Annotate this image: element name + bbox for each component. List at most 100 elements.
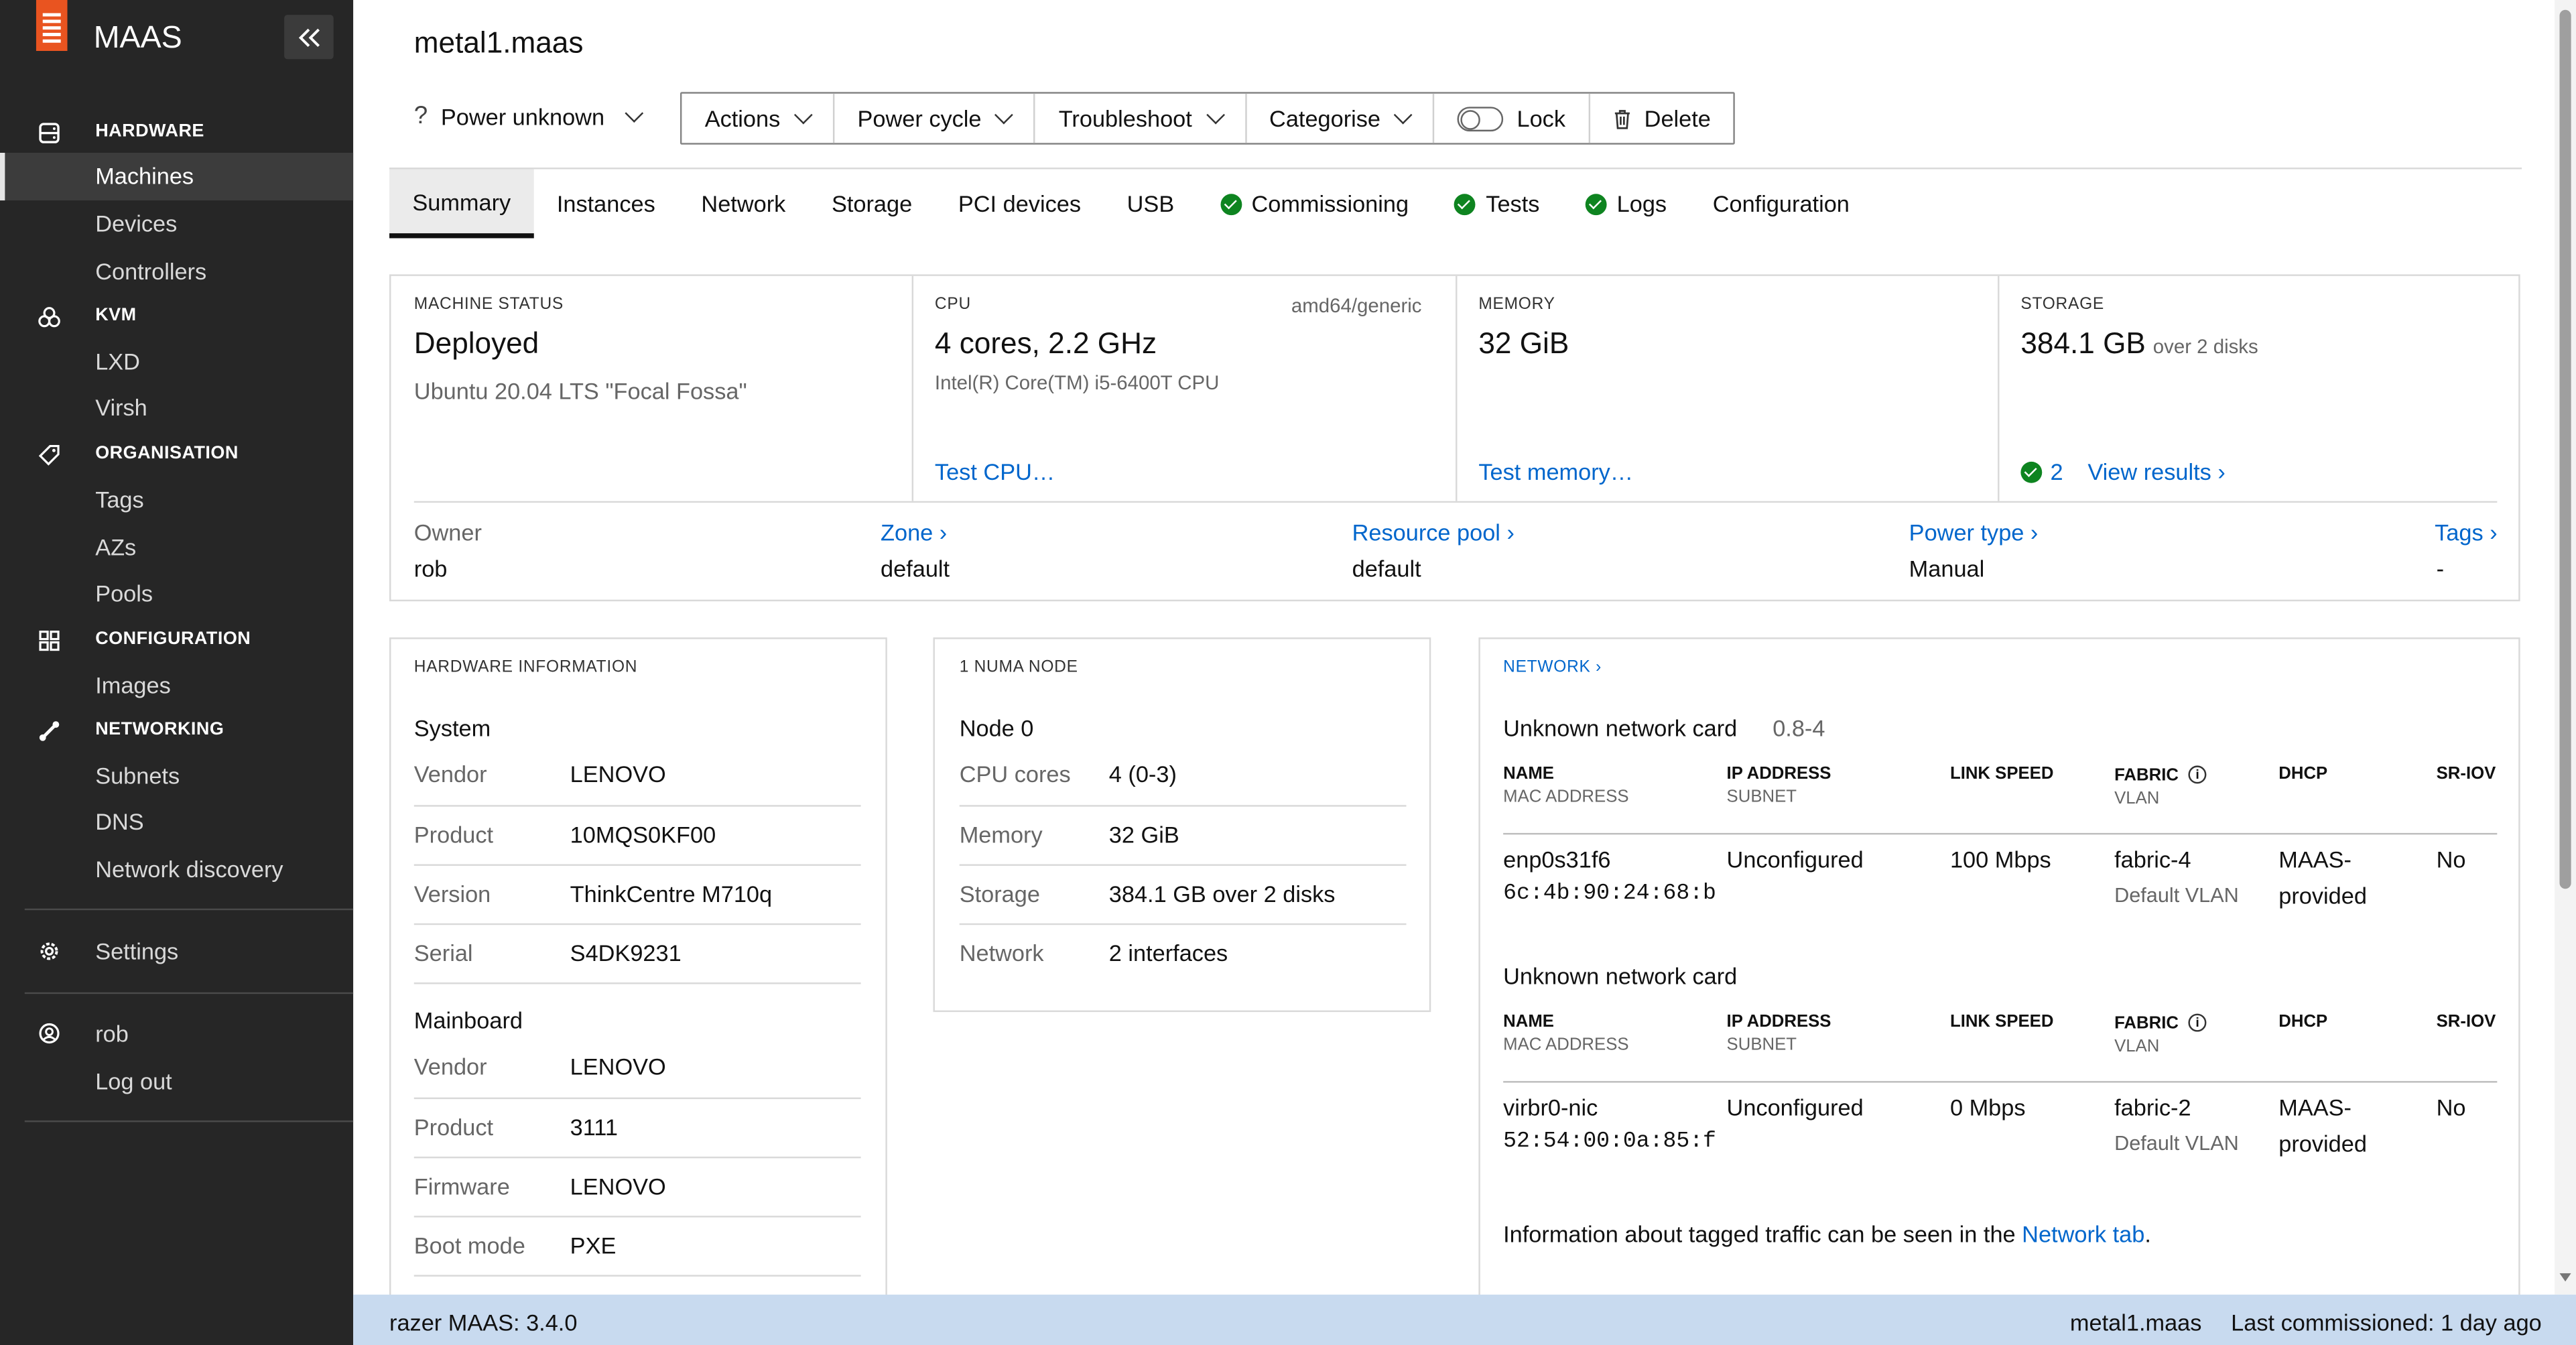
- sidebar-item-user[interactable]: rob: [95, 1020, 129, 1046]
- sidebar-item-settings[interactable]: Settings: [95, 938, 178, 964]
- row-value: 2 interfaces: [1108, 940, 1228, 966]
- power-cycle-dropdown[interactable]: Power cycle: [834, 93, 1036, 143]
- tags-link[interactable]: Tags ›: [2435, 519, 2497, 546]
- list-item: Memory 32 GiB: [959, 807, 1407, 866]
- actions-label: Actions: [704, 105, 781, 132]
- row-value: ThinkCentre M710q: [570, 881, 773, 907]
- network-link[interactable]: NETWORK ›: [1503, 659, 1602, 677]
- sidebar-item-azs[interactable]: AZs: [95, 534, 136, 560]
- network-note-text: Information about tagged traffic can be …: [1503, 1220, 2016, 1247]
- info-icon[interactable]: i: [2188, 1013, 2207, 1032]
- column-header-subnet: SUBNET: [1726, 1035, 1797, 1055]
- chevron-down-icon: [1394, 105, 1413, 125]
- column-header-fabric: FABRIC i: [2114, 765, 2207, 785]
- sidebar-item-network-discovery[interactable]: Network discovery: [95, 856, 283, 882]
- lock-toggle[interactable]: Lock: [1435, 93, 1590, 143]
- tab-storage[interactable]: Storage: [809, 170, 936, 239]
- power-status-dropdown[interactable]: ? Power unknown: [414, 102, 644, 130]
- sidebar-divider: [24, 1120, 354, 1123]
- tab-label: Tests: [1486, 190, 1540, 217]
- test-memory-link[interactable]: Test memory…: [1478, 458, 1633, 485]
- column-header-vlan: VLAN: [2114, 1036, 2160, 1057]
- tab-usb[interactable]: USB: [1104, 170, 1197, 239]
- memory-value: 32 GiB: [1478, 326, 1569, 360]
- column-header-link-speed: LINK SPEED: [1949, 763, 2054, 784]
- ip-address: Unconfigured: [1726, 846, 1864, 873]
- scrollbar-thumb[interactable]: [2559, 9, 2571, 889]
- link-speed: 100 Mbps: [1949, 846, 2051, 873]
- brand-name[interactable]: MAAS: [94, 21, 182, 58]
- sidebar-item-machines[interactable]: Machines: [0, 152, 354, 201]
- row-label: Memory: [959, 821, 1043, 848]
- row-value: 384.1 GB over 2 disks: [1108, 881, 1336, 907]
- success-check-icon: [2020, 460, 2043, 483]
- tab-commissioning[interactable]: Commissioning: [1198, 170, 1432, 239]
- section-organisation: ORGANISATION: [95, 443, 239, 464]
- info-icon[interactable]: i: [2188, 765, 2207, 784]
- categorise-label: Categorise: [1269, 105, 1381, 132]
- tab-summary[interactable]: Summary: [389, 169, 534, 239]
- tab-pci-devices[interactable]: PCI devices: [936, 170, 1104, 239]
- sidebar-item-dns[interactable]: DNS: [95, 808, 143, 834]
- section-networking: NETWORKING: [95, 719, 224, 740]
- scroll-down-arrow-icon[interactable]: [2559, 1273, 2571, 1283]
- tab-configuration[interactable]: Configuration: [1689, 170, 1872, 239]
- double-chevron-left-icon: [298, 27, 320, 46]
- sidebar-item-images[interactable]: Images: [95, 672, 171, 698]
- view-results-link[interactable]: View results ›: [2087, 458, 2225, 485]
- column-header-name: NAME: [1503, 763, 1554, 784]
- tab-label: Commissioning: [1251, 190, 1409, 217]
- actions-dropdown[interactable]: Actions: [682, 93, 835, 143]
- zone-value: default: [881, 555, 950, 582]
- passed-count[interactable]: 2: [2051, 458, 2063, 485]
- tab-logs[interactable]: Logs: [1563, 170, 1690, 239]
- categorise-dropdown[interactable]: Categorise: [1246, 93, 1435, 143]
- owner-label: Owner: [413, 519, 482, 546]
- status-bar: razer MAAS: 3.4.0 metal1.maas Last commi…: [353, 1294, 2576, 1345]
- sidebar-item-lxd[interactable]: LXD: [95, 348, 140, 375]
- column-header-mac: MAC ADDRESS: [1503, 787, 1629, 807]
- maas-logo-icon[interactable]: [36, 0, 68, 51]
- fabric-value: fabric-4: [2114, 846, 2191, 873]
- sidebar-item-pools[interactable]: Pools: [95, 580, 153, 606]
- column-header-fabric: FABRIC i: [2114, 1013, 2207, 1034]
- sidebar-item-controllers[interactable]: Controllers: [95, 258, 206, 284]
- system-title: System: [413, 714, 491, 741]
- ip-address: Unconfigured: [1726, 1094, 1864, 1120]
- hardware-information-card: HARDWARE INFORMATION System Vendor LENOVO…: [389, 637, 887, 1328]
- column-divider: [911, 275, 914, 501]
- sidebar-item-label: Machines: [95, 162, 194, 189]
- list-item: Network 2 interfaces: [960, 925, 1407, 984]
- troubleshoot-dropdown[interactable]: Troubleshoot: [1035, 93, 1246, 143]
- footer-host-name: razer MAAS: [389, 1309, 514, 1336]
- network-tab-link[interactable]: Network tab: [2022, 1220, 2144, 1246]
- tab-label: Instances: [556, 190, 655, 217]
- collapse-sidebar-button[interactable]: [284, 15, 334, 60]
- row-label: Boot mode: [413, 1232, 525, 1259]
- row-value: 3111: [570, 1114, 618, 1141]
- sidebar-item-devices[interactable]: Devices: [95, 210, 177, 237]
- resource-pool-link[interactable]: Resource pool ›: [1352, 519, 1515, 546]
- numa-node-title: Node 0: [959, 714, 1034, 741]
- cpu-value: 4 cores, 2.2 GHz: [934, 326, 1157, 360]
- row-value: S4DK9231: [570, 940, 682, 966]
- power-type-link[interactable]: Power type ›: [1909, 519, 2039, 546]
- test-cpu-link[interactable]: Test CPU…: [935, 458, 1055, 485]
- scrollbar[interactable]: [2555, 0, 2576, 1295]
- tab-network[interactable]: Network: [678, 170, 809, 239]
- zone-link[interactable]: Zone ›: [881, 519, 947, 546]
- tab-instances[interactable]: Instances: [534, 170, 679, 239]
- row-value: LENOVO: [570, 761, 666, 787]
- tab-tests[interactable]: Tests: [1431, 170, 1562, 239]
- delete-button[interactable]: Delete: [1590, 94, 1734, 143]
- sidebar-item-logout[interactable]: Log out: [95, 1068, 172, 1094]
- sidebar-item-virsh[interactable]: Virsh: [95, 394, 147, 420]
- list-item: Product 10MQS0KF00: [413, 807, 861, 866]
- list-item: Firmware LENOVO: [413, 1158, 861, 1218]
- footer-host: razer MAAS: 3.4.0: [389, 1309, 577, 1336]
- network-table-header: NAME MAC ADDRESS IP ADDRESS SUBNET LINK …: [1503, 763, 2498, 835]
- sidebar-item-tags[interactable]: Tags: [95, 487, 144, 513]
- fabric-label: FABRIC: [2114, 1013, 2179, 1034]
- sidebar-item-subnets[interactable]: Subnets: [95, 763, 180, 789]
- row-label: Network: [959, 940, 1044, 966]
